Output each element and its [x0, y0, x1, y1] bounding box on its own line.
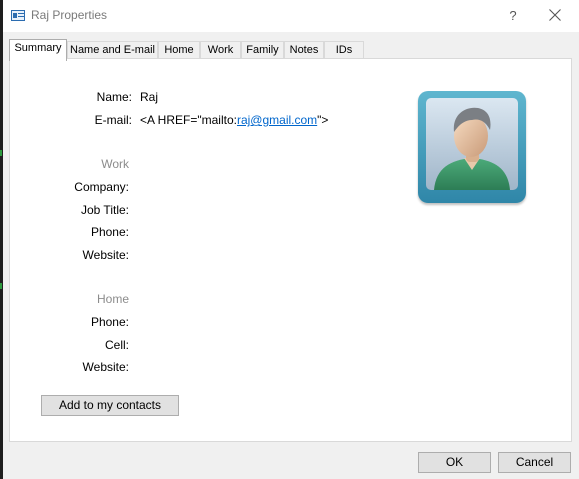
edge-marker: [0, 283, 2, 289]
cell-label: Cell:: [104, 338, 129, 352]
home-section-heading: Home: [96, 292, 129, 306]
tab-summary[interactable]: Summary: [9, 39, 67, 61]
tab-ids[interactable]: IDs: [324, 41, 364, 59]
name-label: Name:: [96, 90, 132, 104]
window-title: Raj Properties: [31, 8, 108, 22]
work-website-label: Website:: [82, 248, 129, 262]
email-prefix: <A HREF="mailto:: [140, 113, 237, 127]
add-to-contacts-button[interactable]: Add to my contacts: [41, 395, 179, 416]
summary-panel: Name: Raj E-mail: <A HREF="mailto:raj@gm…: [9, 58, 572, 442]
contact-picture[interactable]: [418, 91, 526, 203]
company-label: Company:: [74, 180, 129, 194]
job-title-label: Job Title:: [80, 203, 129, 217]
tab-work[interactable]: Work: [200, 41, 241, 59]
email-value: <A HREF="mailto:raj@gmail.com">: [140, 113, 328, 127]
close-icon: [549, 9, 561, 21]
cancel-button[interactable]: Cancel: [498, 452, 571, 473]
edge-marker: [0, 150, 2, 156]
close-button[interactable]: [541, 4, 569, 26]
home-phone-label: Phone:: [90, 315, 129, 329]
tab-name-and-email[interactable]: Name and E-mail: [67, 41, 158, 59]
email-suffix: ">: [317, 113, 329, 127]
title-bar[interactable]: Raj Properties ?: [3, 0, 579, 32]
ok-button[interactable]: OK: [418, 452, 491, 473]
email-link[interactable]: raj@gmail.com: [237, 113, 317, 127]
home-website-label: Website:: [82, 360, 129, 374]
tab-notes[interactable]: Notes: [284, 41, 324, 59]
help-button[interactable]: ?: [501, 6, 525, 26]
contact-card-icon: [11, 10, 25, 21]
email-label: E-mail:: [94, 113, 132, 127]
properties-dialog: Raj Properties ? Summary Name and E-mail…: [3, 0, 579, 479]
tab-family[interactable]: Family: [241, 41, 284, 59]
work-phone-label: Phone:: [90, 225, 129, 239]
name-value: Raj: [140, 90, 159, 104]
tab-home[interactable]: Home: [158, 41, 200, 59]
work-section-heading: Work: [101, 157, 129, 171]
person-placeholder-icon: [426, 98, 518, 190]
